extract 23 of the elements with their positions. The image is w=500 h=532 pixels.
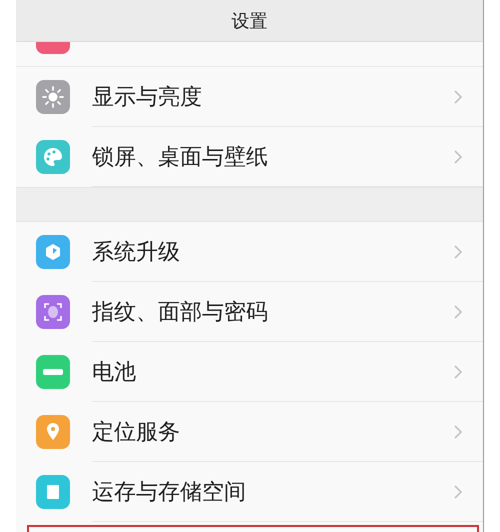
- chevron-right-icon: [453, 88, 463, 104]
- app-icon: [36, 42, 70, 54]
- chevron-right-icon: [453, 364, 463, 380]
- face-scan-icon: [36, 295, 70, 329]
- settings-item[interactable]: 显示与亮度: [16, 67, 483, 127]
- location-pin-icon: [36, 415, 70, 449]
- settings-item[interactable]: 指纹、面部与密码: [16, 282, 483, 342]
- chevron-right-icon: [453, 244, 463, 260]
- sun-icon: [36, 80, 70, 114]
- chevron-right-icon: [453, 148, 463, 164]
- settings-item[interactable]: 运存与存储空间: [16, 462, 483, 522]
- palette-icon: [36, 140, 70, 174]
- settings-item[interactable]: 系统升级: [16, 222, 483, 282]
- chevron-right-icon: [453, 484, 463, 500]
- settings-item[interactable]: 电池: [16, 342, 483, 402]
- screen-title: 设置: [232, 10, 268, 32]
- cube-icon: [36, 235, 70, 269]
- settings-item[interactable]: 定位服务: [16, 402, 483, 462]
- chevron-right-icon: [453, 424, 463, 440]
- settings-item[interactable]: [16, 42, 483, 67]
- battery-icon: [36, 355, 70, 389]
- chevron-right-icon: [453, 304, 463, 320]
- memory-card-icon: [36, 475, 70, 509]
